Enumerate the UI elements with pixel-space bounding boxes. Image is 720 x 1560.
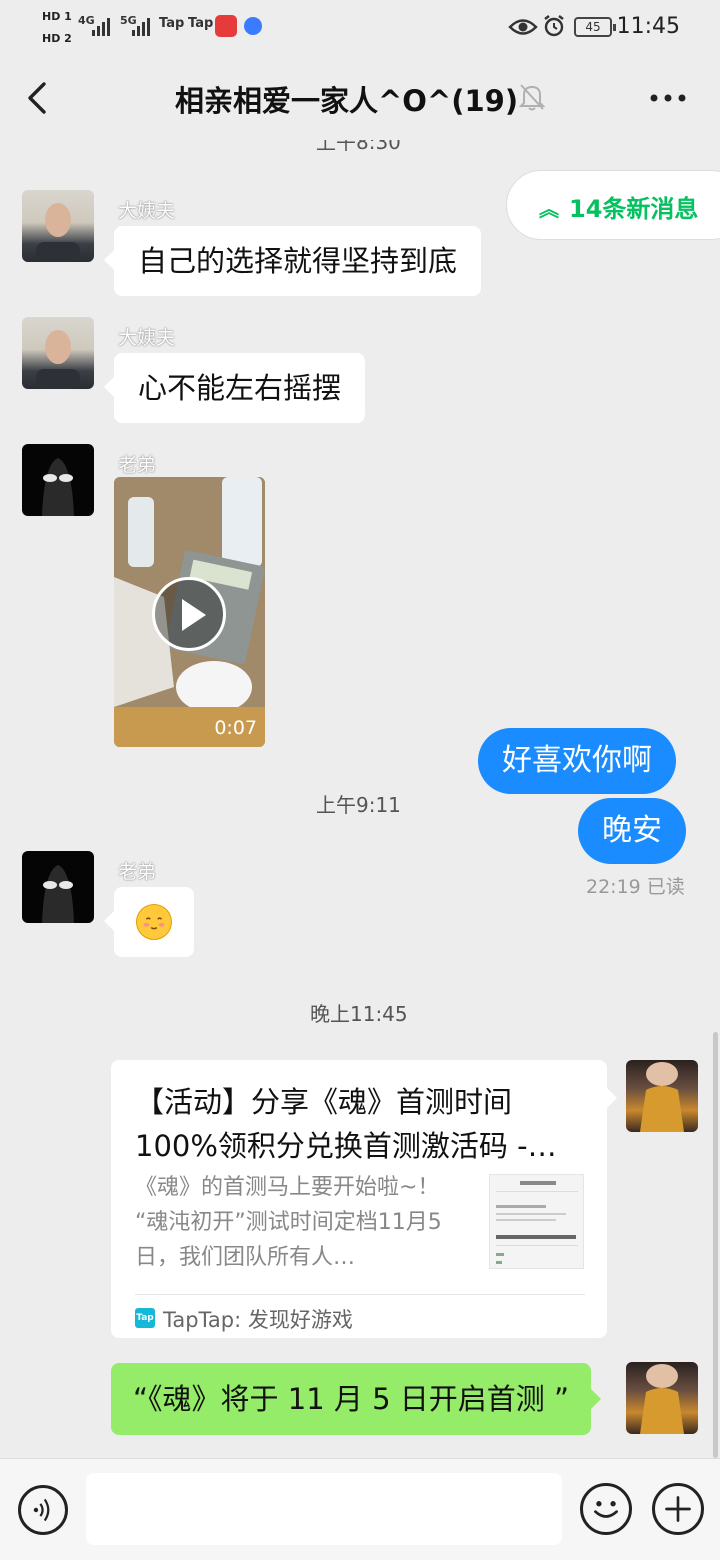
signal-icon [92, 14, 118, 36]
eye-icon [508, 19, 538, 35]
video-duration: 0:07 [214, 717, 257, 739]
more-horizontal-icon[interactable] [648, 84, 688, 112]
play-icon[interactable] [152, 577, 226, 651]
status-bar: HD 1 HD 2 4G 5G Tap Tap 45 11:45 [0, 0, 720, 56]
message-input[interactable] [86, 1473, 562, 1545]
sender-name: 大姨夫 [118, 327, 176, 349]
bell-off-icon [518, 84, 546, 111]
taptap-icon: Tap [135, 1308, 155, 1328]
alarm-icon [544, 15, 564, 37]
sender-name: 大姨夫 [118, 200, 176, 222]
plus-icon[interactable] [652, 1483, 704, 1535]
timestamp: 上午8:30 [316, 140, 401, 154]
link-card[interactable]: 【活动】分享《魂》首测时间100%领积分兑换首测激活码 -… 《魂》的首测马上要… [111, 1060, 617, 1338]
double-chevron-up-icon: ︽ [539, 197, 559, 221]
self-message-bubble[interactable]: 晚安 [578, 798, 686, 864]
timestamp: 晚上11:45 [310, 1002, 408, 1026]
divider [135, 1294, 585, 1295]
chevron-left-icon[interactable] [20, 78, 60, 118]
avatar[interactable] [22, 190, 94, 262]
status-time: 11:45 [616, 14, 680, 39]
page-title: 相亲相爱一家人^O^(19) [175, 84, 519, 118]
message-bubble[interactable]: 自己的选择就得坚持到底 [103, 226, 482, 296]
self-message-bubble[interactable]: 好喜欢你啊 [478, 728, 676, 794]
sender-name: 老弟 [118, 861, 157, 883]
message-bubble[interactable] [104, 887, 194, 957]
card-title: 【活动】分享《魂》首测时间100%领积分兑换首测激活码 -… [135, 1085, 557, 1163]
smile-icon[interactable] [580, 1483, 632, 1535]
music-notify-icon [244, 17, 262, 35]
avatar[interactable] [626, 1362, 698, 1434]
avatar[interactable] [22, 851, 94, 923]
chat-header: 相亲相爱一家人^O^(19) [0, 56, 720, 140]
video-message[interactable]: 0:07 [114, 477, 265, 747]
card-thumbnail [489, 1174, 584, 1269]
blush-emoji-icon [136, 904, 172, 940]
card-source: TapTap: 发现好游戏 [163, 1308, 353, 1332]
read-status: 22:19 已读 [586, 876, 685, 898]
signal-icon [132, 14, 158, 36]
timestamp: 上午9:11 [316, 793, 401, 817]
new-messages-button[interactable]: ︽ 14条新消息 [506, 170, 720, 240]
message-list[interactable]: 上午8:30 ︽ 14条新消息 大姨夫 自己的选择就得坚持到底 大姨夫 心不能左… [0, 140, 720, 1458]
sender-name: 老弟 [118, 454, 157, 476]
app-notify-icon [215, 15, 237, 37]
avatar[interactable] [626, 1060, 698, 1132]
avatar[interactable] [22, 444, 94, 516]
self-message-bubble[interactable]: “《魂》将于 11 月 5 日开启首测 ” [111, 1363, 601, 1435]
message-bubble[interactable]: 心不能左右摇摆 [103, 353, 366, 423]
taptap-notify-1: Tap [159, 16, 185, 31]
new-messages-label: 14条新消息 [569, 195, 699, 223]
hd1-indicator: HD 1 [42, 10, 72, 23]
voice-icon[interactable] [18, 1485, 68, 1535]
battery-icon: 45 [574, 17, 616, 37]
scrollbar[interactable] [713, 1032, 718, 1458]
card-description: 《魂》的首测马上要开始啦~！ “魂沌初开”测试时间定档11月5日，我们团队所有人… [135, 1175, 442, 1270]
hd2-indicator: HD 2 [42, 32, 72, 45]
avatar[interactable] [22, 317, 94, 389]
taptap-notify-2: Tap [188, 16, 214, 31]
input-bar [0, 1458, 720, 1560]
